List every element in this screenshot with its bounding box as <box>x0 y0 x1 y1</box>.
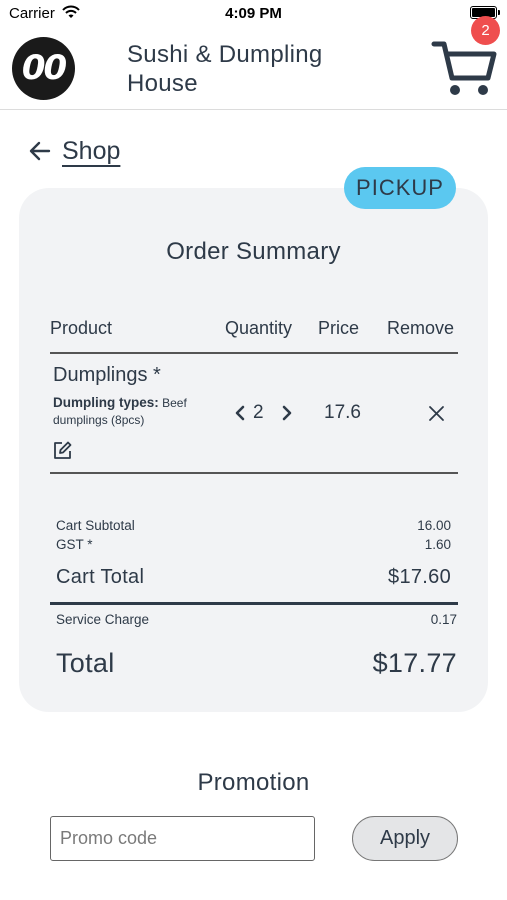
cart-count-badge: 2 <box>471 16 500 45</box>
subtotal-label: Cart Subtotal <box>56 518 135 533</box>
close-icon[interactable] <box>428 405 445 422</box>
gst-value: 1.60 <box>424 537 451 552</box>
back-to-shop-link[interactable]: Shop <box>29 135 120 167</box>
item-price: 17.6 <box>324 402 361 423</box>
items-divider <box>50 472 458 474</box>
chevron-left-icon[interactable] <box>233 403 247 423</box>
restaurant-name: Sushi & Dumpling House <box>127 41 323 97</box>
order-summary-title: Order Summary <box>166 238 341 265</box>
subtotal-value: 16.00 <box>417 518 451 533</box>
gst-label: GST * <box>56 537 93 552</box>
shopping-cart-icon <box>431 41 497 95</box>
status-time: 4:09 PM <box>225 5 282 22</box>
grand-total-value: $17.77 <box>372 648 457 678</box>
item-option: Dumpling types: Beef dumplings (8pcs) <box>53 394 223 429</box>
apply-promo-button[interactable]: Apply <box>352 816 458 861</box>
cart-total-value: $17.60 <box>388 566 451 588</box>
column-header-quantity: Quantity <box>225 318 293 338</box>
column-header-product: Product <box>50 318 113 338</box>
service-charge-value: 0.17 <box>430 612 457 627</box>
pickup-badge: PICKUP <box>344 167 456 209</box>
order-summary-card <box>19 188 488 712</box>
item-quantity: 2 <box>253 402 264 423</box>
promotion-title: Promotion <box>197 769 310 796</box>
item-name: Dumplings * <box>53 364 161 386</box>
grand-total-label: Total <box>56 648 115 678</box>
edit-icon[interactable] <box>52 440 73 461</box>
service-charge-label: Service Charge <box>56 612 150 627</box>
column-header-price: Price <box>318 318 360 338</box>
item-option-label: Dumpling types: <box>53 395 159 410</box>
cart-total-label: Cart Total <box>56 566 145 588</box>
cart-button[interactable] <box>430 36 500 100</box>
arrow-left-icon <box>29 141 51 161</box>
table-header-divider <box>50 352 458 354</box>
column-header-remove: Remove <box>387 318 455 338</box>
total-divider <box>50 602 458 605</box>
restaurant-logo[interactable]: 00 <box>12 37 75 100</box>
back-link-label: Shop <box>62 136 121 165</box>
promo-code-input[interactable] <box>50 816 315 861</box>
status-bar: Carrier 4:09 PM <box>0 0 507 28</box>
chevron-right-icon[interactable] <box>280 403 294 423</box>
app-header: 00 Sushi & Dumpling House <box>0 28 507 110</box>
